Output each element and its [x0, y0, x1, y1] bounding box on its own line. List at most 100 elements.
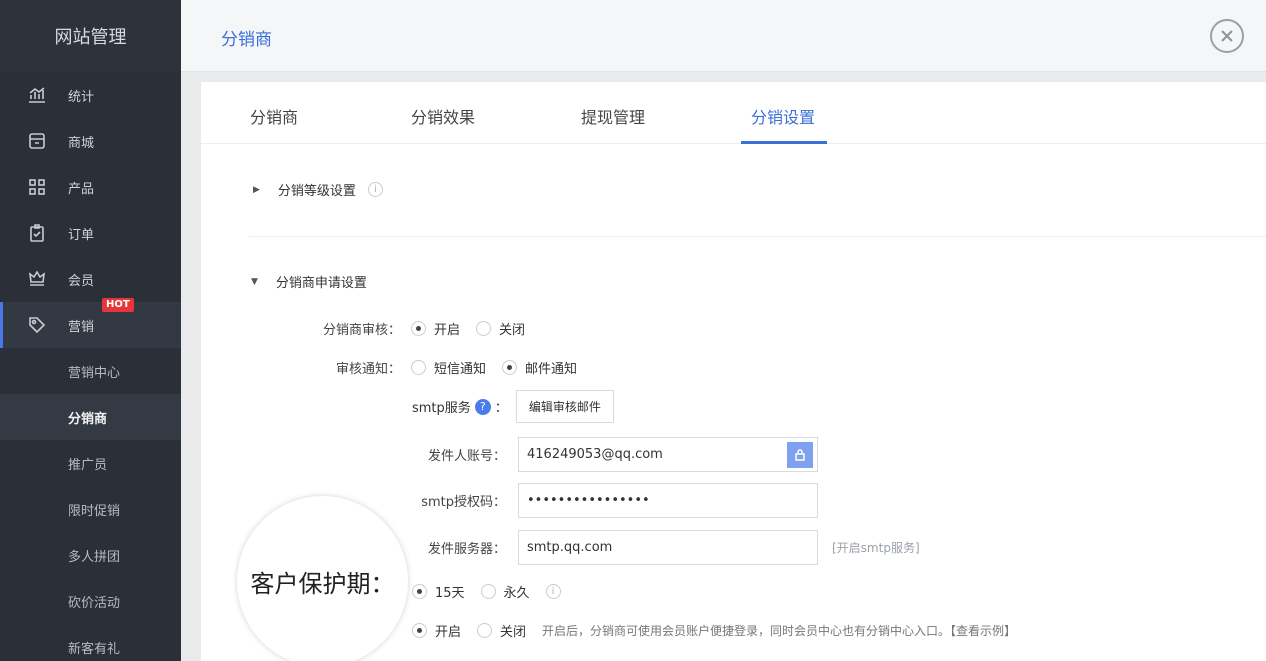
active-tab-indicator: [741, 141, 827, 144]
help-icon[interactable]: ?: [474, 398, 491, 415]
notify-row: 审核通知： 短信通知 邮件通知: [281, 358, 593, 377]
sub-item-group-buy[interactable]: 多人拼团: [0, 532, 181, 578]
sidebar-item-members[interactable]: 会员: [0, 256, 181, 302]
sidebar-item-label: 订单: [68, 227, 95, 243]
input-value: ••••••••••••••••: [527, 493, 650, 508]
lock-icon[interactable]: [787, 442, 813, 468]
login-on-radio[interactable]: 开启: [412, 621, 461, 640]
sub-item-flash-sale[interactable]: 限时促销: [0, 486, 181, 532]
page-title: 分销商: [221, 30, 272, 50]
close-button[interactable]: [1210, 19, 1244, 53]
sms-notify-radio[interactable]: 短信通知: [411, 358, 486, 377]
radio-dot: [411, 321, 426, 336]
radio-label: 开启: [435, 625, 462, 640]
sidebar-item-label: 会员: [68, 273, 95, 289]
hot-badge: HOT: [102, 298, 134, 312]
protect-15-radio[interactable]: 15天: [412, 582, 465, 601]
smtp-colon: ：: [494, 401, 508, 416]
sidebar-item-store[interactable]: 商城: [0, 118, 181, 164]
sender-row: 发件人账号： 416249053@qq.com: [401, 437, 818, 472]
tab-effects[interactable]: 分销效果: [411, 104, 475, 128]
radio-dot: [476, 321, 492, 336]
tab-bar: 分销商 分销效果 提现管理 分销设置: [201, 82, 1266, 144]
review-on-radio[interactable]: 开启: [411, 319, 460, 338]
tab-withdrawal[interactable]: 提现管理: [581, 104, 645, 128]
sidebar-item-marketing[interactable]: 营销 HOT: [0, 298, 181, 348]
smtp-server-input[interactable]: smtp.qq.com: [518, 530, 818, 565]
radio-dot: [411, 360, 426, 375]
sub-item-new-customer-gift[interactable]: 新客有礼: [0, 624, 181, 661]
notify-label: 审核通知：: [335, 362, 401, 377]
input-value: 416249053@qq.com: [527, 447, 663, 462]
grid-icon: [0, 177, 68, 197]
store-icon: [0, 131, 68, 151]
edit-review-email-button[interactable]: 编辑审核邮件: [515, 390, 614, 423]
tag-icon: [0, 315, 68, 335]
tab-distributors[interactable]: 分销商: [250, 104, 298, 128]
sub-item-distributor[interactable]: 分销商: [0, 394, 181, 440]
protect-row: 15天 永久 i: [412, 582, 561, 601]
sidebar: 网站管理 统计 商城 产品 订单 会员 营销 HOT 营销中心 分销商 推广员: [0, 0, 181, 661]
crown-icon: [0, 269, 68, 289]
sidebar-item-label: 统计: [68, 89, 95, 105]
radio-label: 短信通知: [434, 362, 487, 377]
caret-right-icon: ▶: [253, 184, 260, 195]
input-value: smtp.qq.com: [527, 540, 613, 555]
section-level-settings[interactable]: ▶ 分销等级设置 i: [253, 180, 383, 199]
review-label: 分销商审核：: [322, 323, 401, 338]
enable-smtp-link[interactable]: [开启smtp服务]: [832, 539, 920, 556]
sidebar-item-label: 营销: [68, 319, 95, 335]
auth-label: smtp授权码：: [421, 495, 506, 510]
smtp-row: smtp服务 ? ： 编辑审核邮件: [412, 390, 614, 423]
close-icon: [1221, 30, 1233, 42]
review-off-radio[interactable]: 关闭: [476, 319, 525, 338]
customer-protection-label: 客户保护期：: [250, 570, 395, 598]
caret-down-icon: ▼: [251, 276, 258, 287]
divider: [249, 236, 1266, 237]
sender-account-input[interactable]: 416249053@qq.com: [518, 437, 818, 472]
radio-dot: [502, 360, 518, 375]
radio-dot: [480, 584, 496, 599]
sidebar-item-stats[interactable]: 统计: [0, 72, 181, 118]
sidebar-item-label: 商城: [68, 135, 95, 151]
sidebar-item-label: 产品: [68, 181, 95, 197]
sidebar-item-orders[interactable]: 订单: [0, 210, 181, 256]
smtp-auth-code-input[interactable]: ••••••••••••••••: [518, 483, 818, 518]
radio-label: 关闭: [499, 323, 526, 338]
login-hint: 开启后，分销商可使用会员账户便捷登录，同时会员中心也有分销中心入口。【查看示例】: [542, 624, 1017, 638]
review-row: 分销商审核： 开启 关闭: [281, 319, 541, 338]
info-icon[interactable]: i: [545, 584, 561, 599]
order-icon: [0, 223, 68, 243]
info-icon[interactable]: i: [367, 182, 383, 197]
radio-label: 邮件通知: [525, 362, 578, 377]
email-notify-radio[interactable]: 邮件通知: [502, 358, 577, 377]
sidebar-nav: 统计 商城 产品 订单 会员 营销 HOT 营销中心 分销商 推广员 限时促销 …: [0, 72, 181, 661]
sub-item-promoter[interactable]: 推广员: [0, 440, 181, 486]
sender-label: 发件人账号：: [427, 449, 506, 464]
sidebar-title: 网站管理: [0, 0, 181, 72]
radio-label: 开启: [434, 323, 461, 338]
section-apply-settings[interactable]: ▼ 分销商申请设置: [251, 272, 367, 291]
login-row: 开启 关闭 开启后，分销商可使用会员账户便捷登录，同时会员中心也有分销中心入口。…: [412, 621, 1016, 640]
page-header: 分销商: [181, 0, 1266, 72]
magnifier-callout: 客户保护期：: [237, 496, 408, 661]
server-row: 发件服务器： smtp.qq.com [开启smtp服务]: [401, 530, 920, 565]
radio-dot: [412, 623, 427, 638]
section-title: 分销等级设置: [277, 184, 356, 199]
protect-forever-radio[interactable]: 永久: [480, 582, 530, 601]
auth-row: smtp授权码： ••••••••••••••••: [401, 483, 818, 518]
radio-dot: [477, 623, 493, 638]
radio-label: 15天: [435, 586, 465, 601]
radio-label: 关闭: [500, 625, 527, 640]
radio-label: 永久: [503, 586, 530, 601]
tab-settings[interactable]: 分销设置: [751, 104, 815, 128]
radio-dot: [412, 584, 427, 599]
smtp-label: smtp服务: [412, 401, 471, 416]
sub-item-marketing-center[interactable]: 营销中心: [0, 348, 181, 394]
sub-item-bargain[interactable]: 砍价活动: [0, 578, 181, 624]
server-label: 发件服务器：: [427, 542, 506, 557]
login-off-radio[interactable]: 关闭: [477, 621, 526, 640]
sidebar-item-products[interactable]: 产品: [0, 164, 181, 210]
stats-icon: [0, 85, 68, 105]
section-title: 分销商申请设置: [275, 276, 367, 291]
